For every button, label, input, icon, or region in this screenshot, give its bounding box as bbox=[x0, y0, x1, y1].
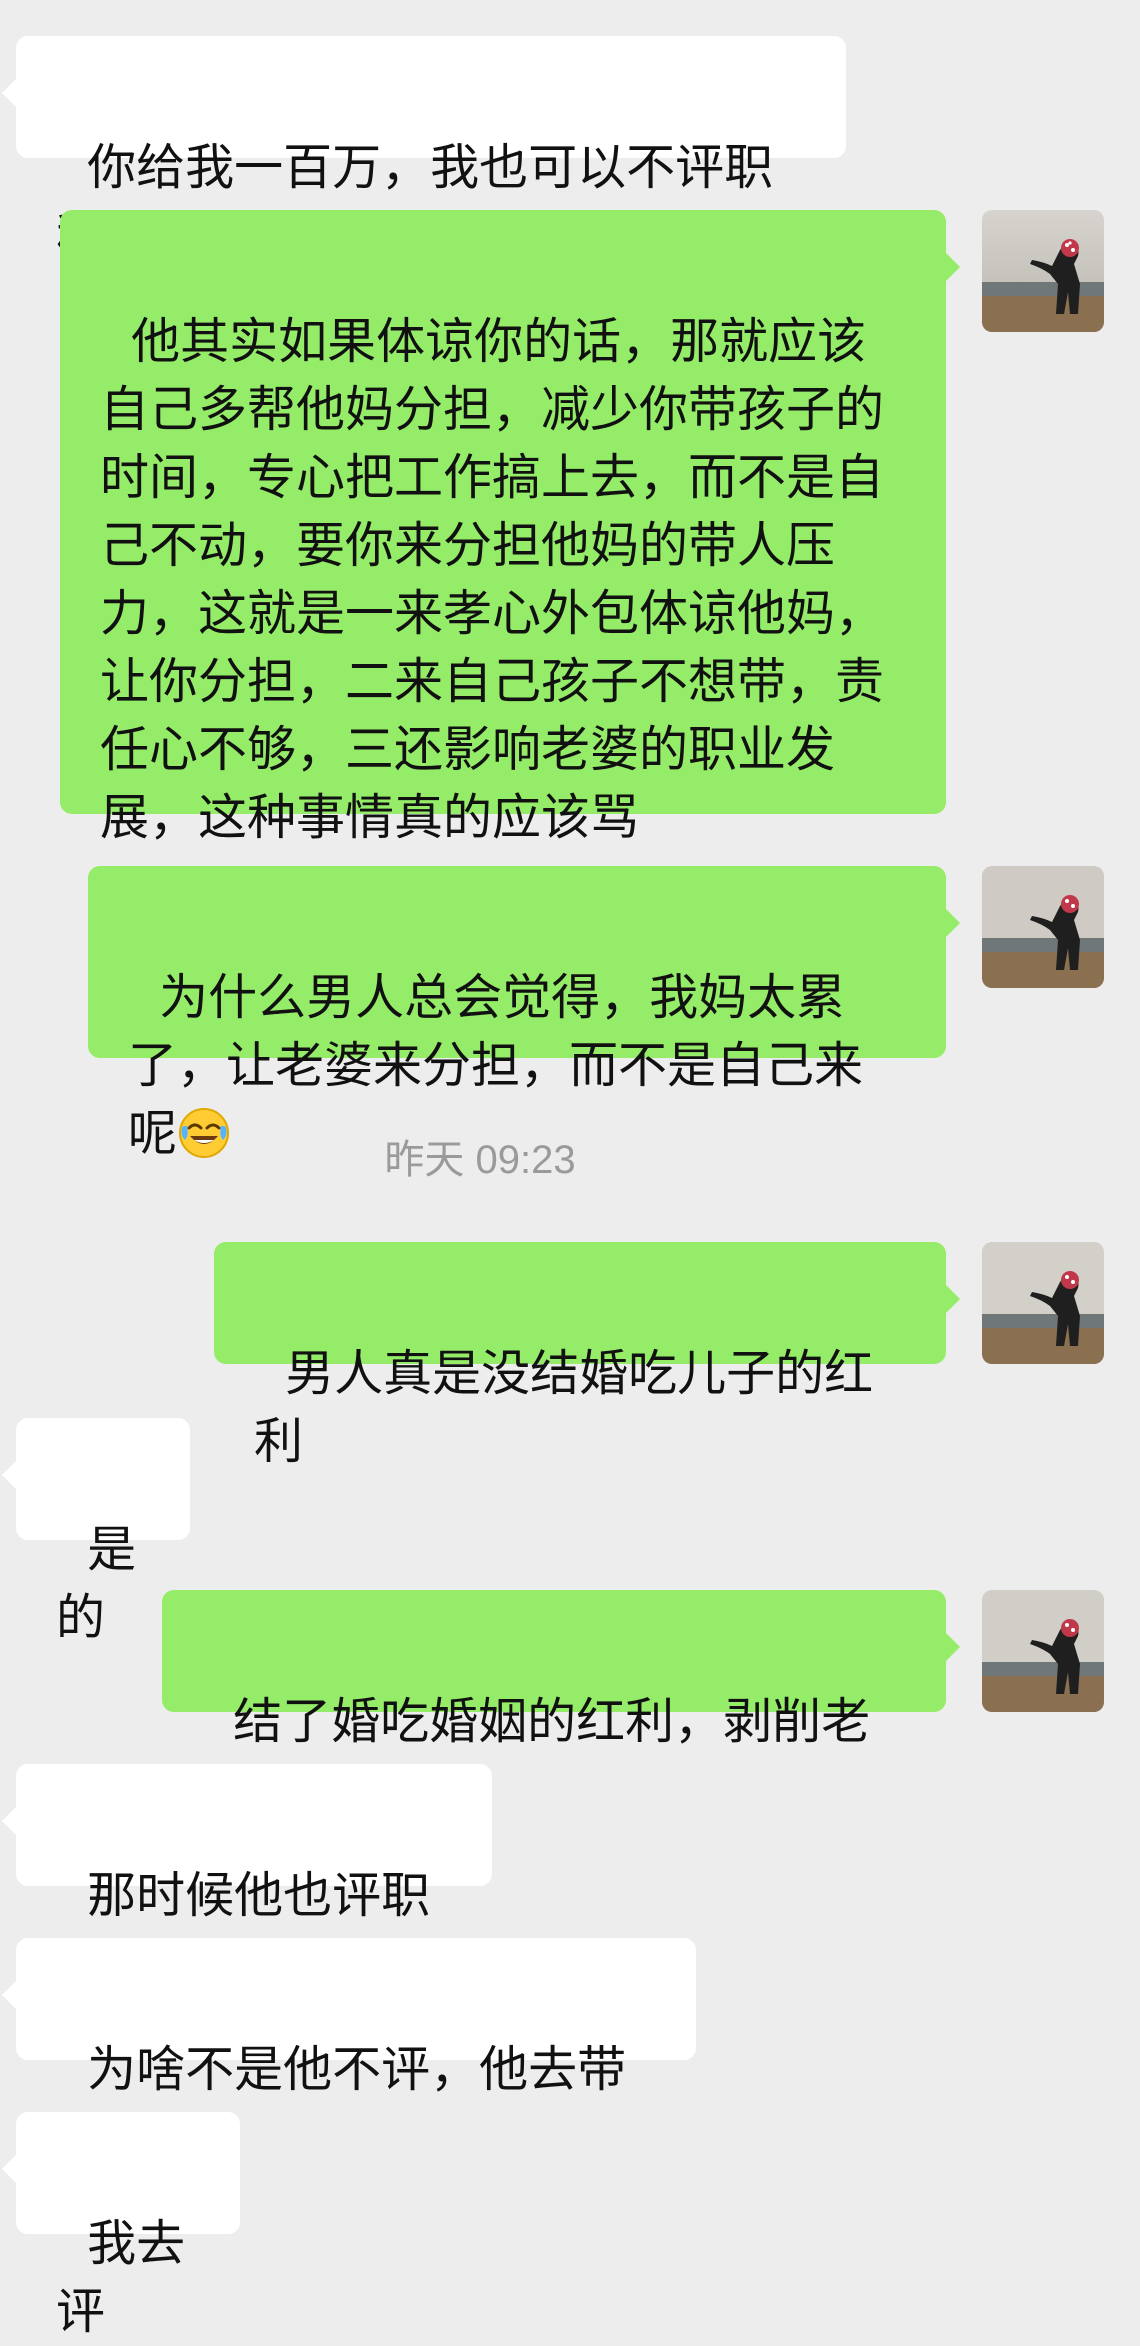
avatar[interactable] bbox=[982, 210, 1104, 332]
message-bubble-incoming[interactable]: 我去评 bbox=[2, 2112, 240, 2340]
avatar[interactable] bbox=[982, 866, 1104, 988]
message-text: 是的 bbox=[56, 1521, 137, 1646]
avatar[interactable] bbox=[982, 1242, 1104, 1364]
avatar[interactable] bbox=[982, 1590, 1104, 1712]
avatar-image bbox=[982, 1242, 1104, 1364]
avatar-image bbox=[982, 1590, 1104, 1712]
message-bubble-outgoing[interactable]: 结了婚吃婚姻的红利，剥削老婆 bbox=[162, 1590, 960, 1818]
message-bubble-outgoing[interactable]: 为什么男人总会觉得，我妈太累了，让老婆来分担，而不是自己来呢 bbox=[88, 866, 960, 1162]
message-bubble-incoming[interactable]: 为啥不是他不评，他去带人 bbox=[2, 1938, 696, 2166]
message-bubble-incoming[interactable]: 你给我一百万，我也可以不评职称 bbox=[2, 36, 846, 264]
message-bubble-outgoing[interactable]: 男人真是没结婚吃儿子的红利 bbox=[214, 1242, 960, 1470]
message-text: 男人真是没结婚吃儿子的红利 bbox=[254, 1345, 874, 1470]
message-bubble-outgoing[interactable]: 他其实如果体谅你的话，那就应该自己多帮他妈分担，减少你带孩子的时间，专心把工作搞… bbox=[60, 210, 960, 846]
message-bubble-incoming[interactable]: 那时候他也评职称 bbox=[2, 1764, 492, 1992]
avatar-image bbox=[982, 866, 1104, 988]
avatar-image bbox=[982, 210, 1104, 332]
chat-timestamp: 昨天 09:23 bbox=[384, 1138, 576, 1182]
message-bubble-incoming[interactable]: 是的 bbox=[2, 1418, 190, 1646]
message-text: 他其实如果体谅你的话，那就应该自己多帮他妈分担，减少你带孩子的时间，专心把工作搞… bbox=[100, 313, 885, 846]
message-text: 我去评 bbox=[56, 2215, 186, 2340]
